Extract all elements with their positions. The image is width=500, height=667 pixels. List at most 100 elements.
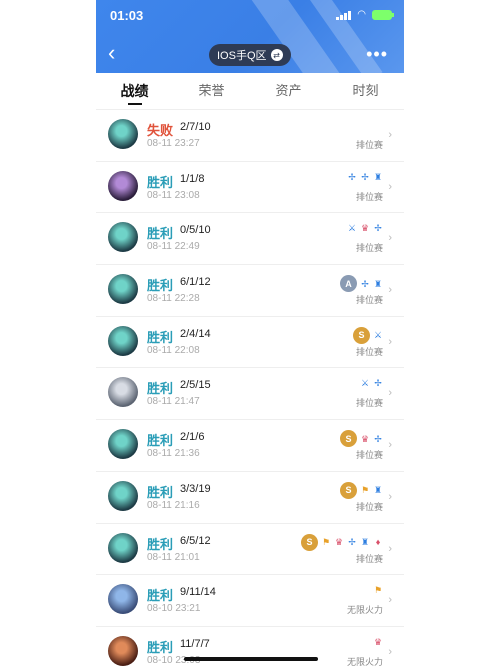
chevron-right-icon: › <box>388 594 392 607</box>
match-kda: 2/5/15 <box>180 379 211 392</box>
achievement-badge-icon: ⚑ <box>360 485 370 496</box>
match-time: 08-11 21:01 <box>147 551 200 563</box>
hero-avatar <box>108 377 138 408</box>
phone-screen: 01:03 ◠ ‹ IOS手Q区 ⇄ ••• 战绩 荣誉 资产 时刻 失败 2/… <box>96 0 404 667</box>
match-mode: 排位赛 <box>355 501 383 512</box>
match-mode: 排位赛 <box>355 295 383 306</box>
match-kda: 2/4/14 <box>180 327 211 340</box>
match-mode: 排位赛 <box>355 398 383 409</box>
header-bar: 01:03 ◠ ‹ IOS手Q区 ⇄ ••• <box>96 0 404 73</box>
match-mode: 排位赛 <box>355 140 383 150</box>
match-mode: 无限火力 <box>346 656 383 667</box>
match-kda: 0/5/10 <box>180 224 211 237</box>
achievement-badge-icon: ✢ <box>374 378 382 389</box>
match-row[interactable]: 失败 2/7/10 08-11 23:27 排位赛 › <box>96 110 404 162</box>
match-result: 胜利 <box>147 484 174 500</box>
achievement-badge-icon: ✢ <box>361 171 369 182</box>
server-title: IOS手Q区 <box>217 50 267 62</box>
match-row[interactable]: 胜利 9/11/14 08-10 23:21 ⚑ 无限火力 › <box>96 575 404 627</box>
match-badges: ⚔ ♛ ✢ <box>347 223 383 233</box>
achievement-badge-icon: ⚔ <box>347 223 357 234</box>
chevron-left-icon: ‹ <box>108 40 116 65</box>
match-result: 胜利 <box>147 433 174 449</box>
achievement-badge-icon: ✢ <box>348 537 356 547</box>
status-time: 01:03 <box>110 8 144 23</box>
match-badges: S ⚑ ♜ <box>340 481 383 499</box>
match-kda: 2/1/6 <box>180 431 205 444</box>
match-row[interactable]: 胜利 1/1/8 08-11 23:08 ✢ ✢ ♜ 排位赛 › <box>96 162 404 214</box>
match-result: 胜利 <box>147 588 174 604</box>
match-result: 胜利 <box>147 278 174 294</box>
match-kda: 1/1/8 <box>180 172 205 185</box>
match-badges: ⚔ ✢ <box>360 378 383 388</box>
hero-avatar <box>108 532 138 563</box>
mvp-medal-icon: S <box>301 533 318 551</box>
mvp-medal-icon: S <box>353 326 370 344</box>
achievement-badge-icon: ♜ <box>373 485 383 496</box>
hero-avatar <box>108 119 138 149</box>
match-time: 08-11 23:27 <box>147 138 200 149</box>
tab-moments[interactable]: 时刻 <box>327 73 404 109</box>
match-row[interactable]: 胜利 3/3/19 08-11 21:16 S ⚑ ♜ 排位赛 › <box>96 472 404 524</box>
hero-avatar <box>108 429 138 460</box>
achievement-badge-icon: ♛ <box>360 433 370 444</box>
achievement-badge-icon: ♦ <box>375 537 381 547</box>
more-button[interactable]: ••• <box>366 44 388 65</box>
match-badges: ⚑ <box>373 585 383 595</box>
hero-avatar <box>108 480 138 511</box>
battery-icon <box>372 10 394 20</box>
match-result: 胜利 <box>147 536 174 552</box>
match-mode: 排位赛 <box>355 191 383 202</box>
match-kda: 3/3/19 <box>180 482 211 495</box>
back-button[interactable]: ‹ <box>108 42 115 64</box>
server-selector[interactable]: IOS手Q区 ⇄ <box>209 44 291 66</box>
match-kda: 9/11/14 <box>180 586 216 599</box>
match-result: 失败 <box>147 123 174 138</box>
achievement-badge-icon: ⚔ <box>373 330 383 341</box>
match-list: 失败 2/7/10 08-11 23:27 排位赛 › 胜利 1/1/8 08-… <box>96 110 404 667</box>
match-badges: S ⚔ <box>353 326 383 344</box>
match-row[interactable]: 胜利 2/5/15 08-11 21:47 ⚔ ✢ 排位赛 › <box>96 368 404 421</box>
match-row[interactable]: 胜利 0/5/10 08-11 22:49 ⚔ ♛ ✢ 排位赛 › <box>96 213 404 266</box>
chevron-right-icon: › <box>388 180 392 193</box>
tab-honor[interactable]: 荣誉 <box>173 73 250 109</box>
chevron-right-icon: › <box>388 284 392 297</box>
match-badges: S ⚑ ♛ ✢ ♜ ♦ <box>301 533 383 551</box>
achievement-badge-icon: ♜ <box>373 171 383 182</box>
hero-avatar <box>108 635 138 666</box>
match-row[interactable]: 胜利 6/1/12 08-11 22:28 A ✢ ♜ 排位赛 › <box>96 265 404 317</box>
home-indicator[interactable] <box>184 657 318 661</box>
achievement-badge-icon: ✢ <box>361 278 369 289</box>
achievement-badge-icon: ✢ <box>348 171 356 182</box>
achievement-badge-icon: ✢ <box>374 223 382 234</box>
mvp-medal-icon: S <box>340 430 357 448</box>
hero-avatar <box>108 325 138 356</box>
match-row[interactable]: 胜利 2/4/14 08-11 22:08 S ⚔ 排位赛 › <box>96 317 404 369</box>
tab-assets[interactable]: 资产 <box>250 73 327 109</box>
match-result: 胜利 <box>147 381 174 397</box>
match-result: 胜利 <box>147 329 174 345</box>
match-kda: 6/5/12 <box>180 534 211 547</box>
match-kda: 6/1/12 <box>180 276 211 289</box>
match-time: 08-10 23:21 <box>147 603 201 615</box>
match-badges: A ✢ ♜ <box>340 275 383 293</box>
match-time: 08-11 22:08 <box>147 344 200 356</box>
match-result: 胜利 <box>147 639 174 655</box>
chevron-right-icon: › <box>388 490 392 503</box>
match-time: 08-11 21:16 <box>147 499 200 511</box>
match-time: 08-11 21:36 <box>147 448 200 460</box>
wifi-icon: ◠ <box>357 9 366 20</box>
hero-avatar <box>108 222 138 253</box>
match-result: 胜利 <box>147 226 174 242</box>
tab-bar: 战绩 荣誉 资产 时刻 <box>96 73 404 110</box>
match-row[interactable]: 胜利 6/5/12 08-11 21:01 S ⚑ ♛ ✢ ♜ ♦ 排位赛 › <box>96 524 404 576</box>
match-kda: 11/7/7 <box>180 637 210 650</box>
swap-icon: ⇄ <box>270 49 283 61</box>
chevron-right-icon: › <box>388 645 392 658</box>
match-mode: 排位赛 <box>355 450 383 461</box>
match-row[interactable]: 胜利 2/1/6 08-11 21:36 S ♛ ✢ 排位赛 › <box>96 420 404 472</box>
tab-record[interactable]: 战绩 <box>96 73 173 109</box>
match-badges: S ♛ ✢ <box>340 430 383 448</box>
match-badges: ✢ ✢ ♜ <box>347 172 383 182</box>
hero-avatar <box>108 584 138 615</box>
